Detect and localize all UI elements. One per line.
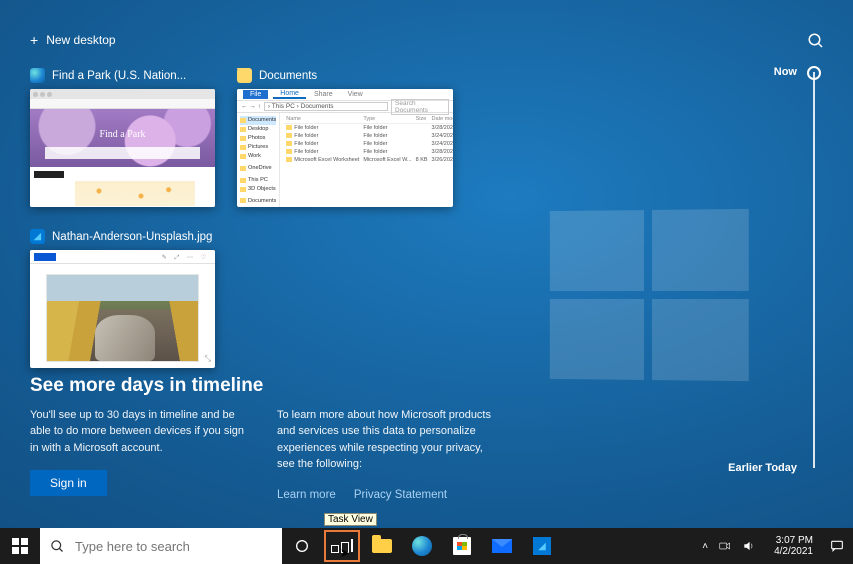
- sidebar-item: Photos: [240, 134, 276, 143]
- banner-desc-1: You'll see up to 30 days in timeline and…: [30, 407, 255, 457]
- taskbar-search-input[interactable]: [75, 539, 272, 554]
- clock-time: 3:07 PM: [776, 535, 813, 547]
- explorer-sidebar: DocumentsDesktopPhotosPicturesWorkOneDri…: [237, 113, 280, 207]
- signin-button[interactable]: Sign in: [30, 470, 107, 496]
- cortana-button[interactable]: [282, 528, 322, 564]
- thumb-preview: File Home Share View ← → ↑ › This PC › D…: [237, 89, 453, 207]
- windows-logo-bg: [550, 209, 749, 381]
- sidebar-item: Documents: [240, 116, 276, 125]
- sidebar-item: Documents: [240, 197, 276, 206]
- thumb-title: Find a Park (U.S. Nation...: [52, 70, 186, 82]
- privacy-link[interactable]: Privacy Statement: [354, 487, 447, 504]
- timeline-banner: See more days in timeline You'll see up …: [30, 375, 733, 504]
- table-row: File folderFile folder3/28/2021 1:28 PM: [284, 124, 453, 133]
- table-row: File folderFile folder3/28/2021 1:28 PM: [284, 148, 453, 156]
- banner-desc-2: To learn more about how Microsoft produc…: [277, 407, 502, 473]
- ribbon-share: Share: [307, 91, 340, 98]
- banner-title: See more days in timeline: [30, 375, 733, 397]
- learn-more-link[interactable]: Learn more: [277, 487, 336, 504]
- taskbar-app-photos[interactable]: [522, 528, 562, 564]
- sidebar-item: OneDrive: [240, 164, 276, 173]
- hero-text: Find a Park: [30, 129, 215, 140]
- system-tray[interactable]: ˄: [692, 528, 766, 564]
- taskbar-search[interactable]: [40, 528, 282, 564]
- sidebar-item: Pictures: [240, 143, 276, 152]
- new-desktop-button[interactable]: + New desktop: [30, 32, 116, 48]
- task-thumbnails: Find a Park (U.S. Nation... Find a Park …: [30, 68, 453, 368]
- thumb-title: Nathan-Anderson-Unsplash.jpg -...: [52, 231, 215, 243]
- action-center-button[interactable]: [821, 528, 853, 564]
- clock-date: 4/2/2021: [774, 546, 813, 558]
- taskbar-clock[interactable]: 3:07 PM 4/2/2021: [766, 528, 821, 564]
- taskbar: Task View ➤ ˄ 3:07 PM 4/2/2021: [0, 528, 853, 564]
- taskbar-app-mail[interactable]: [482, 528, 522, 564]
- ribbon-file: File: [243, 90, 268, 99]
- start-button[interactable]: [0, 528, 40, 564]
- table-row: Microsoft Excel WorksheetMicrosoft Excel…: [284, 156, 453, 164]
- highlight-outline: [324, 530, 360, 562]
- volume-icon[interactable]: [742, 539, 756, 553]
- taskbar-app-edge[interactable]: [402, 528, 442, 564]
- photos-icon: [30, 229, 45, 244]
- taskbar-app-store[interactable]: [442, 528, 482, 564]
- timeline-search-button[interactable]: [807, 32, 825, 53]
- edge-icon: [30, 68, 45, 83]
- thumb-title: Documents: [259, 70, 317, 82]
- sidebar-item: 3D Objects: [240, 185, 276, 194]
- thumb-preview: ✎ ⤢ ⋯ ♡ ⤡: [30, 250, 215, 368]
- explorer-file-list: NameTypeSizeDate modifiedFile folderFile…: [284, 115, 453, 164]
- new-desktop-label: New desktop: [46, 33, 115, 47]
- timeline-scrollbar[interactable]: Now Earlier Today: [781, 66, 821, 474]
- ribbon-view: View: [341, 91, 370, 98]
- plus-icon: +: [30, 32, 38, 48]
- taskview-button[interactable]: Task View ➤: [322, 528, 362, 564]
- meet-now-icon[interactable]: [718, 539, 732, 553]
- thumb-explorer-documents[interactable]: Documents File Home Share View ← → ↑ › T…: [237, 68, 453, 207]
- sidebar-item: This PC: [240, 176, 276, 185]
- taskbar-app-explorer[interactable]: [362, 528, 402, 564]
- sidebar-item: Work: [240, 152, 276, 161]
- thumb-photos-image[interactable]: Nathan-Anderson-Unsplash.jpg -... ✎ ⤢ ⋯ …: [30, 229, 215, 368]
- sidebar-item: Desktop: [240, 125, 276, 134]
- table-row: File folderFile folder3/24/2021 1:33 PM: [284, 140, 453, 148]
- ribbon-home: Home: [273, 90, 306, 99]
- thumb-edge-findapark[interactable]: Find a Park (U.S. Nation... Find a Park: [30, 68, 215, 207]
- table-row: File folderFile folder3/24/2021 1:33 PM: [284, 132, 453, 140]
- thumb-preview: Find a Park: [30, 89, 215, 207]
- timeline-earlier-label: Earlier Today: [728, 462, 797, 474]
- timeline-rail: [813, 72, 815, 468]
- taskview-tooltip: Task View: [324, 513, 377, 526]
- timeline-knob[interactable]: [807, 66, 821, 80]
- timeline-now-label: Now: [774, 66, 797, 78]
- breadcrumb: › This PC › Documents: [264, 102, 388, 111]
- tray-overflow-icon[interactable]: ˄: [702, 541, 708, 552]
- folder-icon: [237, 68, 252, 83]
